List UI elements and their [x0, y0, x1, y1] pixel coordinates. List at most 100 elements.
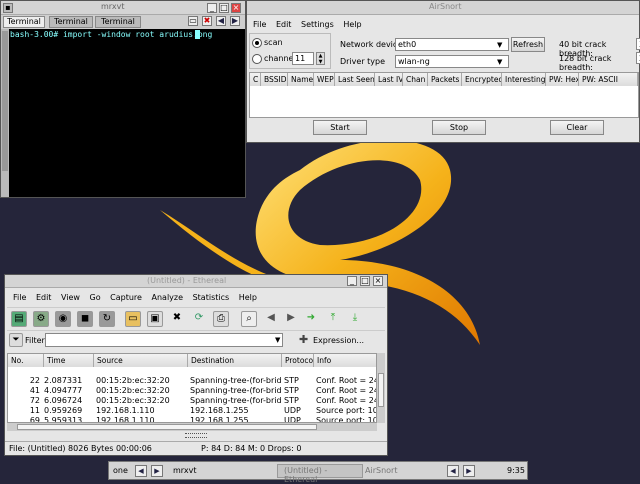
window-menu-icon[interactable]: ▪ [3, 3, 13, 13]
packet-list-vscroll[interactable] [377, 353, 385, 423]
hscroll-thumb[interactable] [17, 424, 317, 430]
col-wep[interactable]: WEP [314, 73, 335, 86]
task-ethereal[interactable]: (Untitled) - Ethereal [277, 464, 363, 484]
menu-capture[interactable]: Capture [110, 293, 142, 302]
task-mrxvt[interactable]: mrxvt [173, 466, 196, 475]
airsnort-titlebar[interactable]: AirSnort [247, 1, 639, 15]
go-back-icon[interactable]: ◀ [263, 311, 279, 327]
close-file-icon[interactable]: ✖ [169, 311, 185, 327]
col-encrypted[interactable]: Encrypted [462, 73, 502, 86]
start-button[interactable]: Start [313, 120, 367, 135]
stop-capture-icon[interactable]: ◼ [77, 311, 93, 327]
prev-task-icon[interactable]: ◀ [447, 465, 459, 477]
clear-button[interactable]: Clear [550, 120, 604, 135]
driver-type-dropdown-icon[interactable]: ▼ [497, 58, 502, 66]
vscroll-thumb[interactable] [378, 373, 384, 407]
tab-terminal-1[interactable]: Terminal [3, 16, 45, 28]
expression-button[interactable]: Expression... [313, 336, 364, 345]
scrollbar-thumb[interactable] [2, 31, 8, 171]
scan-radio[interactable] [252, 38, 262, 48]
network-device-dropdown-icon[interactable]: ▼ [497, 41, 502, 49]
table-row[interactable]: 41 4.094777 00:15:2b:ec:32:20 Spanning-tree… [8, 386, 376, 396]
col-packets[interactable]: Packets [428, 73, 462, 86]
task-airsnort[interactable]: AirSnort [365, 466, 397, 475]
driver-type-combo[interactable]: wlan-ng [395, 55, 509, 68]
capture-options-icon[interactable]: ⚙ [33, 311, 49, 327]
channel-spin-arrows-icon[interactable]: ▲ ▼ [316, 52, 325, 65]
menu-edit[interactable]: Edit [276, 20, 292, 29]
prev-workspace-icon[interactable]: ◀ [135, 465, 147, 477]
stop-button[interactable]: Stop [432, 120, 486, 135]
filter-dropdown-icon[interactable]: ▼ [275, 336, 280, 344]
col-c[interactable]: C [250, 73, 261, 86]
col-pw-hex[interactable]: PW: Hex [546, 73, 579, 86]
menu-help[interactable]: Help [343, 20, 361, 29]
minimize-icon[interactable]: _ [347, 276, 357, 286]
maximize-icon[interactable]: □ [219, 3, 229, 13]
table-row[interactable] [8, 366, 376, 376]
filter-icon[interactable]: ⏷ [9, 333, 23, 347]
find-icon[interactable]: ⌕ [241, 311, 257, 327]
tab-terminal-3[interactable]: Terminal [95, 16, 141, 28]
next-workspace-icon[interactable]: ▶ [151, 465, 163, 477]
col-last-iv[interactable]: Last IV [375, 73, 403, 86]
menu-edit[interactable]: Edit [36, 293, 52, 302]
menu-help[interactable]: Help [239, 293, 257, 302]
crack40-field[interactable]: 3 [636, 38, 640, 50]
table-row[interactable]: 22 2.087331 00:15:2b:ec:32:20 Spanning-tree… [8, 376, 376, 386]
channel-radio[interactable] [252, 54, 262, 64]
menu-settings[interactable]: Settings [301, 20, 334, 29]
col-name[interactable]: Name [288, 73, 314, 86]
col-last-seen[interactable]: Last Seen [335, 73, 375, 86]
col-bssid[interactable]: BSSID [261, 73, 288, 86]
menu-analyze[interactable]: Analyze [152, 293, 184, 302]
table-row[interactable]: 11 0.959269 192.168.1.110 192.168.1.255 UDP S… [8, 406, 376, 416]
refresh-button[interactable]: Refresh [511, 37, 545, 52]
tab-terminal-2[interactable]: Terminal [49, 16, 93, 28]
print-icon[interactable]: ⎙ [213, 311, 229, 327]
go-last-icon[interactable]: ⤓ [347, 311, 363, 327]
reload-icon[interactable]: ⟳ [191, 311, 207, 327]
ethereal-titlebar[interactable]: (Untitled) - Ethereal _ □ × [5, 275, 387, 288]
col-pw-ascii[interactable]: PW: ASCII [579, 73, 638, 86]
prev-tab-icon[interactable]: ◀ [216, 16, 226, 26]
cell-time: 0.959269 [44, 406, 83, 415]
terminal-titlebar[interactable]: ▪ mrxvt _ □ × [1, 1, 245, 15]
terminal-screen[interactable]: bash-3.00# import -window root arudius.p… [9, 29, 245, 197]
go-to-packet-icon[interactable]: ➜ [303, 311, 319, 327]
minimize-icon[interactable]: _ [207, 3, 217, 13]
menu-file[interactable]: File [13, 293, 26, 302]
save-icon[interactable]: ▣ [147, 311, 163, 327]
go-forward-icon[interactable]: ▶ [283, 311, 299, 327]
col-chan[interactable]: Chan [403, 73, 428, 86]
channel-spinner[interactable]: 11 [292, 52, 314, 65]
menu-view[interactable]: View [61, 293, 80, 302]
table-row[interactable]: 69 5.959313 192.168.1.110 192.168.1.255 UDP S… [8, 416, 376, 422]
crack128-field[interactable]: 2 [636, 52, 640, 64]
maximize-icon[interactable]: □ [360, 276, 370, 286]
terminal-scrollbar[interactable] [1, 29, 9, 197]
table-row[interactable]: 72 6.096724 00:15:2b:ec:32:20 Spanning-tree… [8, 396, 376, 406]
new-tab-icon[interactable]: ▭ [188, 16, 198, 26]
menu-file[interactable]: File [253, 20, 266, 29]
cell-src: 00:15:2b:ec:32:20 [96, 386, 170, 395]
close-icon[interactable]: × [373, 276, 383, 286]
filter-input[interactable] [45, 333, 283, 347]
packet-list-hscroll[interactable] [7, 423, 377, 431]
expression-plus-icon[interactable]: ✚ [299, 333, 308, 346]
close-icon[interactable]: × [231, 3, 241, 13]
menu-go[interactable]: Go [90, 293, 101, 302]
start-capture-icon[interactable]: ◉ [55, 311, 71, 327]
interfaces-icon[interactable]: ▤ [11, 311, 27, 327]
workspace-label[interactable]: one [113, 466, 128, 475]
next-tab-icon[interactable]: ▶ [230, 16, 240, 26]
close-tab-icon[interactable]: ✖ [202, 16, 212, 26]
pane-splitter[interactable] [185, 433, 207, 438]
next-task-icon[interactable]: ▶ [463, 465, 475, 477]
network-device-combo[interactable]: eth0 [395, 38, 509, 51]
go-first-icon[interactable]: ⤒ [325, 311, 341, 327]
restart-capture-icon[interactable]: ↻ [99, 311, 115, 327]
open-icon[interactable]: ▭ [125, 311, 141, 327]
menu-statistics[interactable]: Statistics [193, 293, 230, 302]
col-interesting[interactable]: Interesting [502, 73, 546, 86]
